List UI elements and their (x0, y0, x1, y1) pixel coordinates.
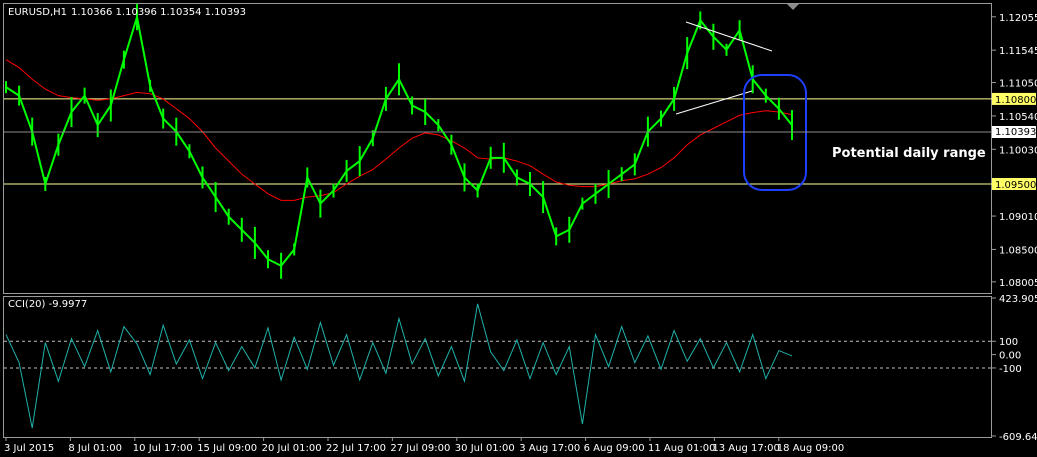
chart-symbol-label: EURUSD,H1 1.10366 1.10396 1.10354 1.10393 (8, 7, 246, 18)
time-tick-label: 6 Aug 09:00 (584, 443, 645, 454)
time-tick-label: 20 Jul 01:00 (262, 443, 322, 454)
level-label: 1.10800 (995, 95, 1036, 106)
time-tick-label: 10 Jul 17:00 (133, 443, 193, 454)
cci-tick-label: 0.00 (999, 351, 1021, 362)
price-tick-label: 1.10540 (999, 112, 1037, 123)
time-tick-label: 22 Jul 17:00 (326, 443, 386, 454)
time-tick-label: 11 Aug 01:00 (648, 443, 715, 454)
time-axis: 3 Jul 2015 8 Jul 01:00 10 Jul 17:00 15 Jul … (4, 437, 844, 454)
range-annotation: Potential daily range (832, 146, 986, 161)
time-tick-label: 18 Aug 09:00 (777, 443, 844, 454)
time-tick-label: 8 Jul 01:00 (68, 443, 122, 454)
price-tick-label: 1.09010 (999, 212, 1037, 223)
price-tick-label: 1.11545 (999, 46, 1037, 57)
cci-tick-label: -609.6474 (999, 432, 1037, 443)
time-tick-label: 13 Aug 17:00 (712, 443, 779, 454)
price-tick-label: 1.12055 (999, 13, 1037, 24)
cci-tick-label: -100 (999, 364, 1022, 375)
level-label: 1.09500 (995, 180, 1036, 191)
time-tick-label: 3 Jul 2015 (4, 443, 54, 454)
price-tick-label: 1.11050 (999, 79, 1037, 90)
current-price-label: 1.10393 (995, 127, 1036, 138)
price-tick-label: 1.10030 (999, 145, 1037, 156)
time-tick-label: 27 Jul 09:00 (390, 443, 450, 454)
time-tick-label: 30 Jul 01:00 (455, 443, 515, 454)
right-price-scale (992, 0, 1037, 457)
chart-window: 1.12055 1.11545 1.11050 1.10540 1.10030 1.090… (3, 0, 1037, 457)
cci-tick-label: 423.9051 (999, 294, 1037, 305)
time-tick-label: 15 Jul 09:00 (197, 443, 257, 454)
main-price-axis: 1.12055 1.11545 1.11050 1.10540 1.10030 1.090… (992, 13, 1037, 289)
price-tick-label: 1.08005 (999, 278, 1037, 289)
indicator-title: CCI(20) -9.9977 (8, 299, 87, 310)
time-tick-label: 3 Aug 17:00 (519, 443, 580, 454)
price-tick-label: 1.08500 (999, 245, 1037, 256)
cci-tick-label: 100 (999, 337, 1018, 348)
